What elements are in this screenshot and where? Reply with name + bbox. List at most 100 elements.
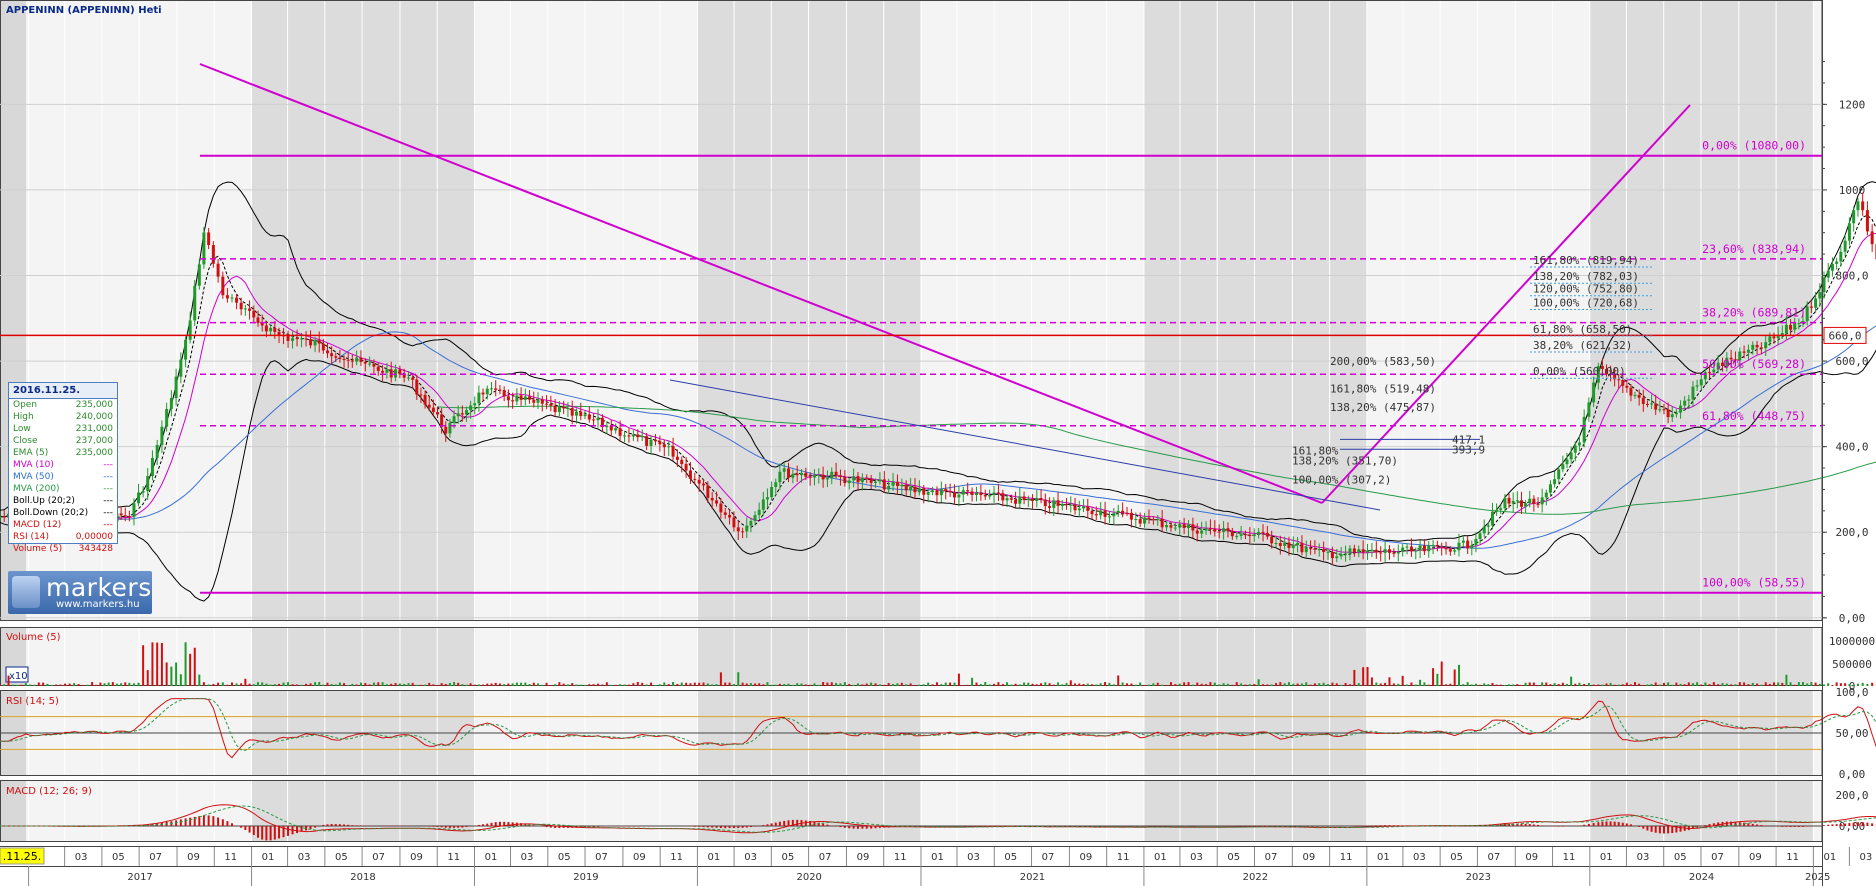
- volume-bar: [59, 684, 62, 686]
- candle-body: [363, 361, 367, 364]
- info-row-value: ---: [103, 472, 113, 482]
- volume-bar: [1253, 683, 1256, 686]
- candle-body: [325, 350, 329, 354]
- volume-bar: [1023, 682, 1026, 686]
- volume-bar: [1520, 684, 1523, 686]
- volume-bar: [351, 683, 354, 686]
- macd-histogram-bar: [1747, 823, 1750, 826]
- month-label: 11: [1340, 852, 1353, 863]
- volume-bar: [1183, 682, 1186, 686]
- volume-bar: [151, 642, 154, 686]
- volume-bar: [128, 682, 131, 686]
- volume-bar: [498, 683, 501, 686]
- volume-bar: [1453, 669, 1456, 686]
- volume-bar: [1768, 683, 1771, 686]
- info-row-label: Low: [13, 424, 31, 434]
- candle-body: [1283, 542, 1287, 547]
- candle-body: [304, 338, 308, 340]
- volume-bar: [1712, 682, 1715, 686]
- volume-bar: [170, 666, 173, 686]
- macd-histogram-bar: [1852, 822, 1855, 826]
- volume-bar: [217, 682, 220, 686]
- candle-body: [174, 376, 178, 399]
- volume-bar: [1772, 682, 1775, 686]
- volume-bar: [107, 682, 110, 686]
- volume-bar: [355, 684, 358, 686]
- macd-histogram-bar: [252, 826, 255, 836]
- volume-bar: [870, 682, 873, 686]
- volume-bar: [1353, 669, 1356, 686]
- month-label: 11: [224, 852, 237, 863]
- volume-bar: [1658, 684, 1661, 686]
- candle-body: [636, 434, 640, 438]
- volume-bar: [1147, 684, 1150, 686]
- month-label: 07: [149, 852, 162, 863]
- candle-body: [1235, 535, 1239, 537]
- volume-bar: [532, 682, 535, 686]
- candle-body: [440, 414, 444, 427]
- volume-bar: [605, 682, 608, 686]
- candle-body: [966, 490, 970, 492]
- macd-histogram-bar: [1789, 826, 1792, 828]
- macd-histogram-bar: [741, 826, 744, 828]
- volume-bar: [900, 682, 903, 686]
- candle-body: [1856, 201, 1860, 211]
- volume-bar: [1313, 683, 1316, 686]
- month-label: 05: [1227, 852, 1240, 863]
- candle-body: [469, 405, 473, 411]
- candle-body: [1001, 493, 1005, 501]
- volume-bar: [1561, 682, 1564, 686]
- month-label: 09: [1525, 852, 1538, 863]
- year-label: 2025: [1805, 872, 1830, 883]
- volume-bar: [913, 684, 916, 686]
- candle-body: [1751, 344, 1755, 350]
- macd-histogram-bar: [432, 826, 435, 827]
- candle-body: [494, 388, 498, 390]
- candle-body: [860, 477, 864, 483]
- volume-bar: [1801, 682, 1804, 686]
- candle-body: [1230, 531, 1234, 537]
- volume-bar: [1700, 684, 1703, 686]
- macd-histogram-bar: [273, 826, 276, 840]
- candle-body: [1379, 552, 1383, 554]
- candle-body: [596, 417, 600, 421]
- volume-bar: [1078, 683, 1081, 686]
- volume-bar: [800, 683, 803, 686]
- volume-bar: [1018, 684, 1021, 686]
- volume-bar: [1331, 682, 1334, 686]
- volume-bar: [511, 683, 514, 686]
- info-row: MVA (50) ---: [9, 471, 117, 483]
- candle-body: [1814, 298, 1818, 308]
- month-label: 03: [967, 852, 980, 863]
- candle-body: [141, 491, 145, 493]
- month-label: 05: [335, 852, 348, 863]
- volume-bar: [1104, 682, 1107, 686]
- rsi-tick-label: 100,0: [1835, 686, 1868, 699]
- macd-histogram-bar: [1609, 821, 1612, 826]
- candle-body: [566, 408, 570, 410]
- volume-bar: [1436, 673, 1439, 686]
- candle-body: [1252, 534, 1256, 537]
- volume-bar: [1370, 677, 1373, 686]
- volume-bar: [477, 684, 480, 686]
- candle-body: [961, 490, 965, 495]
- candle-body: [1217, 531, 1221, 533]
- macd-histogram-bar: [1751, 823, 1754, 826]
- price-tick-label: 800,0: [1835, 270, 1868, 283]
- markers-logo[interactable]: markers www.markers.hu: [8, 571, 152, 614]
- volume-bar: [817, 684, 820, 686]
- candle-body: [1565, 459, 1569, 465]
- candle-body: [1457, 542, 1461, 551]
- macd-histogram-bar: [1708, 824, 1711, 826]
- month-label: 01: [1600, 852, 1613, 863]
- volume-bar: [394, 683, 397, 686]
- candle-body: [216, 263, 220, 277]
- macd-histogram-bar: [498, 821, 501, 826]
- macd-histogram-bar: [1528, 824, 1531, 826]
- candle-body: [1444, 547, 1448, 550]
- candle-body: [865, 477, 869, 479]
- month-label: 01: [931, 852, 944, 863]
- macd-histogram-bar: [719, 826, 722, 829]
- volume-bar: [1734, 684, 1737, 686]
- candle-body: [917, 488, 921, 493]
